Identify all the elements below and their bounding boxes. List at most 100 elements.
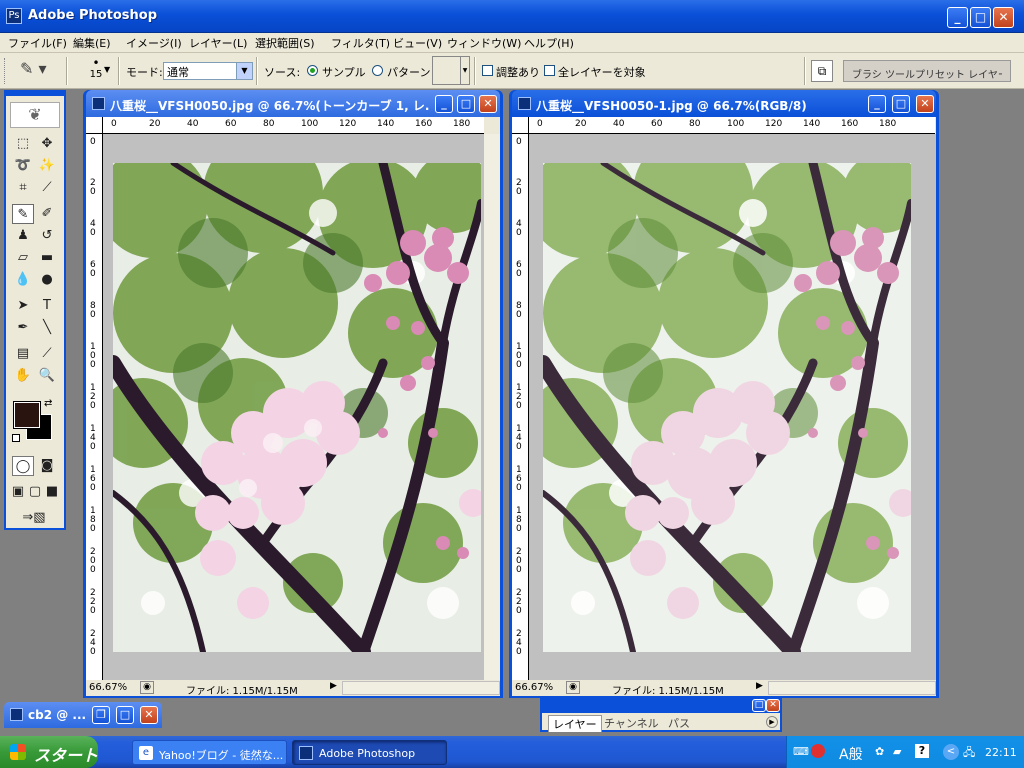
horizontal-scrollbar[interactable] bbox=[342, 681, 500, 695]
zoom-level[interactable]: 66.67% bbox=[89, 682, 127, 693]
taskbar-item-yahoo-blog[interactable]: e Yahoo!ブログ - 徒然な... bbox=[132, 740, 287, 765]
grip-handle[interactable] bbox=[4, 58, 7, 84]
gradient-tool-icon[interactable]: ▬ bbox=[36, 248, 58, 268]
ime-icon[interactable] bbox=[811, 744, 825, 758]
screen-mode-standard-icon[interactable]: ▣ bbox=[10, 482, 26, 502]
vertical-ruler[interactable]: 0 20 40 60 80 100 120 140 160 180 200 220 240 bbox=[512, 134, 529, 680]
palette-menu-icon[interactable]: ▶ bbox=[766, 716, 778, 728]
horizontal-scrollbar[interactable] bbox=[768, 681, 936, 695]
keyboard-icon[interactable]: ⌨ bbox=[793, 745, 809, 758]
document-2-title-bar[interactable]: 八重桜__VFSH0050-1.jpg @ 66.7%(RGB/8) _ □ ✕ bbox=[512, 90, 936, 117]
healing-brush-icon[interactable]: ✎ bbox=[12, 204, 34, 224]
maximize-icon[interactable]: □ bbox=[116, 706, 134, 724]
magic-wand-icon[interactable]: ✨ bbox=[36, 156, 58, 176]
minimized-document-window[interactable]: cb2 @ ... ❐ □ ✕ bbox=[4, 702, 162, 728]
line-tool-icon[interactable]: ╲ bbox=[36, 318, 58, 338]
zoom-tool-icon[interactable]: 🔍 bbox=[36, 366, 58, 386]
ruler-origin[interactable] bbox=[512, 117, 529, 134]
aligned-checkbox[interactable] bbox=[482, 65, 493, 76]
minimize-icon[interactable]: _ bbox=[947, 7, 968, 28]
ime-mode[interactable]: A般 bbox=[839, 744, 863, 764]
foreground-color-swatch[interactable] bbox=[13, 401, 41, 429]
horizontal-ruler[interactable]: 0 20 40 60 80 100 120 140 160 180 bbox=[103, 117, 484, 134]
ime-tool-icon[interactable]: ✿ bbox=[875, 745, 884, 758]
canvas-area[interactable] bbox=[103, 134, 484, 680]
eraser-tool-icon[interactable]: ▱ bbox=[12, 248, 34, 268]
tab-layers[interactable]: レイヤー bbox=[548, 715, 602, 732]
type-tool-icon[interactable]: T bbox=[36, 296, 58, 316]
close-icon[interactable]: ✕ bbox=[766, 699, 780, 712]
crop-tool-icon[interactable]: ⌗ bbox=[12, 178, 34, 198]
standard-mode-icon[interactable]: ◯ bbox=[12, 456, 34, 476]
canvas-area[interactable] bbox=[529, 134, 936, 680]
ime-dictionary-icon[interactable]: ▰ bbox=[893, 745, 901, 758]
menu-select[interactable]: 選択範囲(S) bbox=[255, 35, 315, 51]
all-layers-checkbox[interactable] bbox=[544, 65, 555, 76]
source-sampled-radio[interactable] bbox=[307, 65, 318, 76]
file-browser-icon[interactable]: ⧉ bbox=[811, 60, 833, 82]
menu-file[interactable]: ファイル(F) bbox=[8, 35, 67, 51]
ruler-origin[interactable] bbox=[86, 117, 103, 134]
close-icon[interactable]: ✕ bbox=[916, 95, 934, 113]
screen-mode-full-menu-icon[interactable]: ▢ bbox=[27, 482, 43, 502]
brush-dropdown-icon[interactable]: ▼ bbox=[104, 65, 110, 74]
menu-help[interactable]: ヘルプ(H) bbox=[524, 35, 574, 51]
pattern-picker[interactable]: ▼ bbox=[432, 56, 470, 85]
restore-icon[interactable]: ❐ bbox=[92, 706, 110, 724]
healing-brush-preset-icon[interactable]: ✎ ▾ bbox=[20, 59, 56, 81]
default-colors-icon[interactable] bbox=[12, 434, 20, 442]
eyedropper-icon[interactable]: ⟋ bbox=[36, 344, 58, 364]
slice-tool-icon[interactable]: ⟋ bbox=[36, 178, 58, 198]
minimize-icon[interactable]: _ bbox=[435, 95, 453, 113]
app-title-bar[interactable]: Ps Adobe Photoshop _ □ ✕ bbox=[0, 0, 1024, 33]
vertical-scrollbar[interactable] bbox=[484, 134, 500, 680]
palette-well[interactable]: ブラシ ツールプリセット レイヤーカンプ bbox=[843, 60, 1011, 82]
menu-view[interactable]: ビュー(V) bbox=[393, 35, 442, 51]
maximize-icon[interactable]: □ bbox=[752, 699, 766, 712]
document-1-title-bar[interactable]: 八重桜__VFSH0050.jpg @ 66.7%(トーンカーブ 1, レ...… bbox=[86, 90, 500, 117]
status-arrow-icon[interactable]: ▶ bbox=[756, 681, 763, 691]
feather-logo-icon[interactable]: ❦ bbox=[10, 102, 60, 128]
source-pattern-radio[interactable] bbox=[372, 65, 383, 76]
horizontal-ruler[interactable]: 0 20 40 60 80 100 120 140 160 180 bbox=[529, 117, 935, 134]
tab-paths[interactable]: パス bbox=[668, 715, 690, 731]
help-icon[interactable]: ? bbox=[915, 744, 929, 758]
close-icon[interactable]: ✕ bbox=[993, 7, 1014, 28]
status-menu-icon[interactable]: ◉ bbox=[140, 681, 154, 694]
maximize-icon[interactable]: □ bbox=[457, 95, 475, 113]
marquee-tool-icon[interactable]: ⬚ bbox=[12, 134, 34, 154]
blur-tool-icon[interactable]: 💧 bbox=[12, 270, 34, 290]
lasso-tool-icon[interactable]: ➰ bbox=[12, 156, 34, 176]
close-icon[interactable]: ✕ bbox=[140, 706, 158, 724]
minimize-icon[interactable]: _ bbox=[868, 95, 886, 113]
swap-colors-icon[interactable]: ⇄ bbox=[44, 398, 52, 409]
zoom-level[interactable]: 66.67% bbox=[515, 682, 553, 693]
menu-layer[interactable]: レイヤー(L) bbox=[189, 35, 247, 51]
quick-mask-icon[interactable]: ◙ bbox=[36, 456, 58, 476]
pen-tool-icon[interactable]: ✒ bbox=[12, 318, 34, 338]
brush-tool-icon[interactable]: ✐ bbox=[36, 204, 58, 224]
vertical-ruler[interactable]: 0 20 40 60 80 100 120 140 160 180 200 220 240 bbox=[86, 134, 103, 680]
menu-window[interactable]: ウィンドウ(W) bbox=[447, 35, 521, 51]
hand-tool-icon[interactable]: ✋ bbox=[12, 366, 34, 386]
chevron-left-icon[interactable]: < bbox=[943, 744, 959, 760]
path-select-icon[interactable]: ➤ bbox=[12, 296, 34, 316]
start-button[interactable]: スタート bbox=[0, 736, 98, 768]
status-arrow-icon[interactable]: ▶ bbox=[330, 681, 337, 691]
mode-select[interactable]: 通常 ▼ bbox=[163, 62, 253, 80]
maximize-icon[interactable]: □ bbox=[892, 95, 910, 113]
notes-tool-icon[interactable]: ▤ bbox=[12, 344, 34, 364]
dodge-tool-icon[interactable]: ● bbox=[36, 270, 58, 290]
close-icon[interactable]: ✕ bbox=[479, 95, 497, 113]
jump-to-imageready-icon[interactable]: ⇒▧ bbox=[12, 508, 56, 528]
maximize-icon[interactable]: □ bbox=[970, 7, 991, 28]
stamp-tool-icon[interactable]: ♟ bbox=[12, 226, 34, 246]
network-icon[interactable]: 🖧 bbox=[963, 744, 975, 763]
menu-filter[interactable]: フィルタ(T) bbox=[331, 35, 390, 51]
menu-image[interactable]: イメージ(I) bbox=[126, 35, 182, 51]
menu-edit[interactable]: 編集(E) bbox=[73, 35, 111, 51]
history-brush-icon[interactable]: ↺ bbox=[36, 226, 58, 246]
move-tool-icon[interactable]: ✥ bbox=[36, 134, 58, 154]
taskbar-item-photoshop[interactable]: Adobe Photoshop bbox=[292, 740, 447, 765]
status-menu-icon[interactable]: ◉ bbox=[566, 681, 580, 694]
